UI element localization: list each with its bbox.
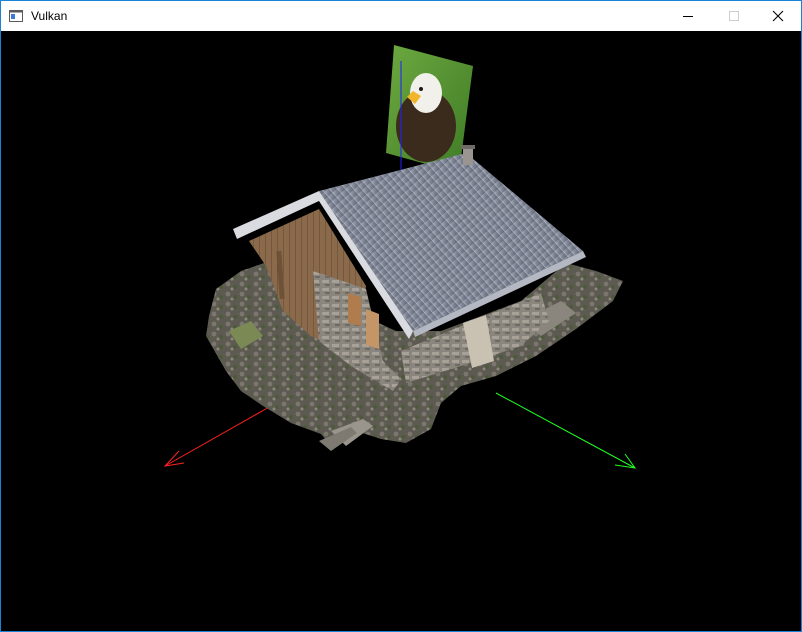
minimize-icon: [683, 16, 693, 17]
x-axis-arrow: [163, 405, 272, 467]
vulkan-render-viewport[interactable]: [1, 31, 801, 631]
maximize-icon: [729, 11, 739, 21]
close-button[interactable]: [755, 1, 801, 31]
maximize-button[interactable]: [711, 1, 757, 31]
application-window: Vulkan: [0, 0, 802, 632]
title-bar[interactable]: Vulkan: [1, 1, 801, 31]
application-window-icon[interactable]: [9, 9, 23, 22]
close-icon: [772, 10, 784, 22]
window-title: Vulkan: [31, 9, 68, 23]
minimize-button[interactable]: [665, 1, 711, 31]
scene-canvas: [163, 45, 637, 469]
y-axis-arrow: [495, 392, 637, 469]
